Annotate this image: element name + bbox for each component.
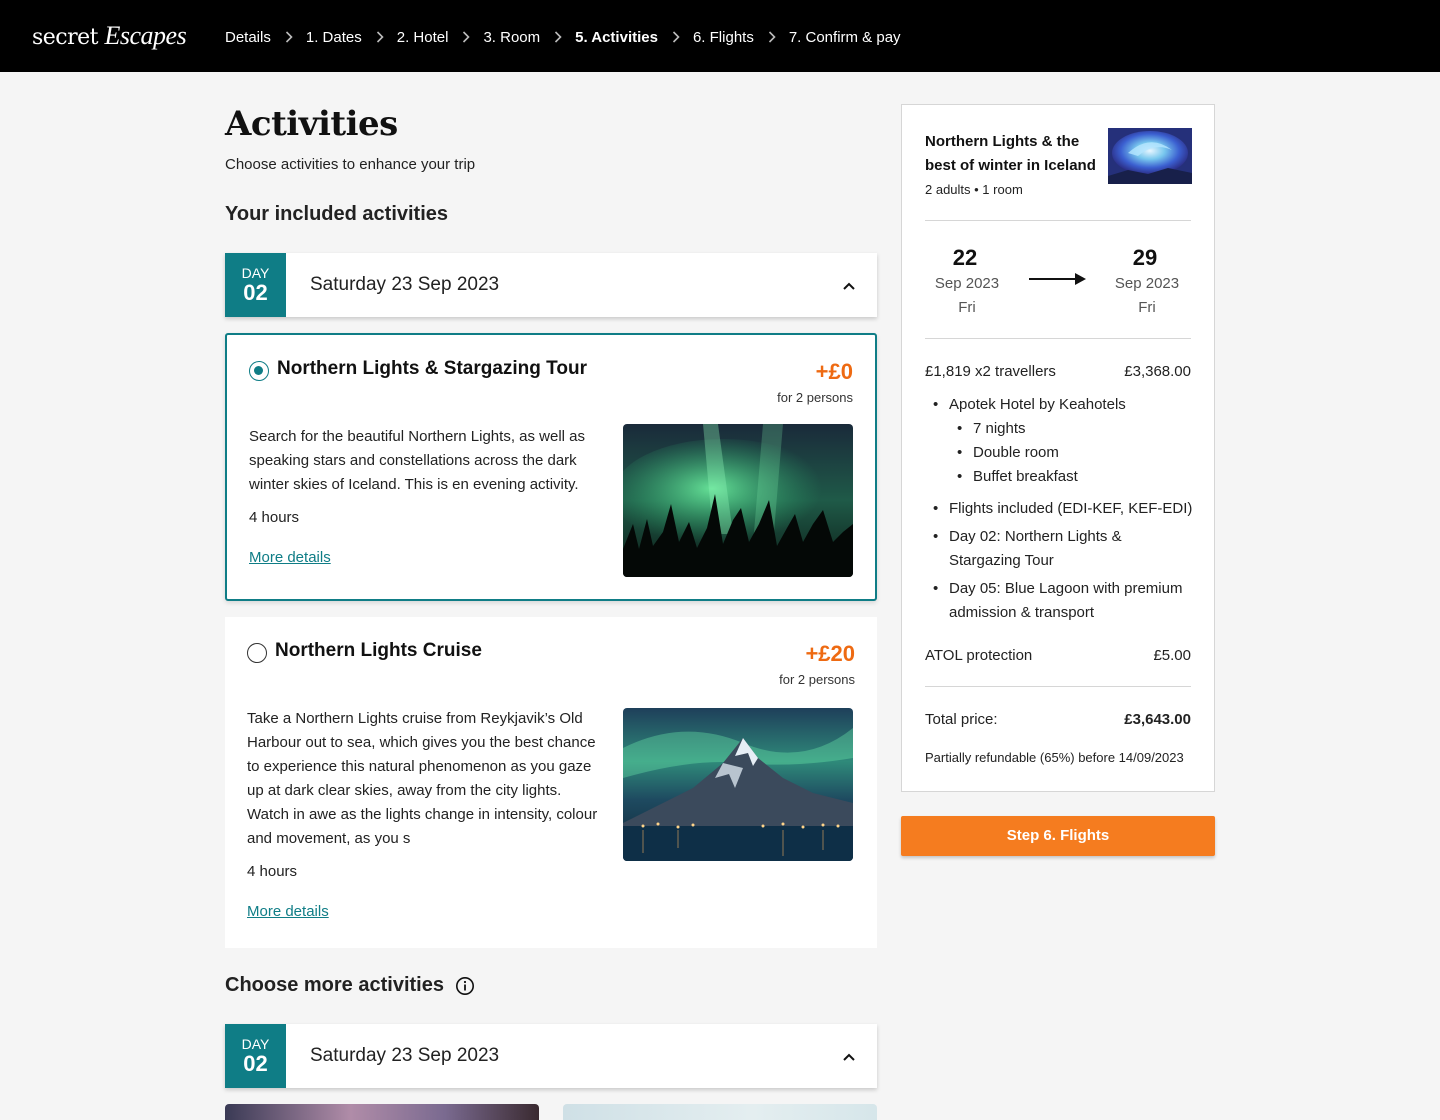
- total-price-label: Total price:: [925, 711, 998, 728]
- day-badge-number: 02: [243, 1051, 268, 1076]
- aurora-mountain-harbour-image: [623, 708, 853, 861]
- checkin-day: 22: [952, 245, 978, 270]
- activity-price-note: for 2 persons: [777, 390, 853, 405]
- chevron-right-icon: [376, 31, 384, 43]
- chevron-up-icon[interactable]: [843, 277, 855, 295]
- atol-label: ATOL protection: [925, 647, 1033, 664]
- atol-value: £5.00: [1153, 647, 1191, 664]
- activity-summary-item: Day 02: Northern Lights & Stargazing Tou…: [925, 525, 1195, 573]
- step-activities[interactable]: 5. Activities: [575, 29, 658, 46]
- arrow-right-icon: [1029, 272, 1087, 291]
- logo-script: Escapes: [104, 21, 187, 50]
- activity-duration: 4 hours: [249, 509, 300, 526]
- step-flights[interactable]: 6. Flights: [693, 29, 754, 46]
- next-step-flights-button[interactable]: Step 6. Flights: [901, 816, 1215, 856]
- chevron-right-icon: [554, 31, 562, 43]
- step-hotel[interactable]: 2. Hotel: [397, 29, 449, 46]
- activity-title: Northern Lights & Stargazing Tour: [277, 358, 587, 379]
- step-details[interactable]: Details: [225, 29, 271, 46]
- day-accordion-header[interactable]: DAY 02 Saturday 23 Sep 2023: [225, 253, 877, 317]
- activity-summary-item: Day 05: Blue Lagoon with premium admissi…: [925, 577, 1195, 625]
- day-badge-number: 02: [243, 280, 268, 305]
- chevron-right-icon: [462, 31, 471, 43]
- travellers-price-label: £1,819 x2 travellers: [925, 363, 1056, 380]
- checkin-weekday: Fri: [958, 299, 976, 316]
- step-dates[interactable]: 1. Dates: [306, 29, 362, 46]
- chevron-right-icon: [672, 31, 680, 43]
- more-activities-heading: Choose more activities: [225, 974, 444, 996]
- activity-option-image[interactable]: [225, 1104, 539, 1120]
- activity-title: Northern Lights Cruise: [275, 640, 482, 661]
- checkin-month: Sep 2023: [934, 275, 1000, 292]
- page-subtitle: Choose activities to enhance your trip: [225, 156, 476, 173]
- activity-description: Search for the beautiful Northern Lights…: [249, 428, 586, 493]
- logo-word: secret: [32, 25, 99, 50]
- step-confirm-pay[interactable]: 7. Confirm & pay: [789, 29, 901, 46]
- chevron-up-icon[interactable]: [843, 1048, 855, 1066]
- hotel-detail-item: 7 nights: [925, 417, 1195, 441]
- offer-thumbnail-image: [1108, 128, 1192, 184]
- activity-description: Take a Northern Lights cruise from Reykj…: [247, 710, 598, 847]
- aurora-forest-image: [623, 424, 853, 577]
- hotel-item: Apotek Hotel by Keahotels: [925, 393, 1195, 417]
- day-badge: DAY 02: [225, 1024, 286, 1088]
- chevron-right-icon: [285, 31, 293, 43]
- step-room[interactable]: 3. Room: [483, 29, 540, 46]
- activity-option-image[interactable]: [563, 1104, 877, 1120]
- secret-escapes-logo[interactable]: secret Escapes: [32, 21, 187, 51]
- more-details-link[interactable]: More details: [247, 903, 329, 920]
- chevron-right-icon: [768, 31, 776, 43]
- package-inclusions-list: Apotek Hotel by Keahotels 7 nights Doubl…: [925, 393, 1195, 633]
- page-title: Activities: [225, 104, 398, 144]
- flights-item: Flights included (EDI-KEF, KEF-EDI): [925, 497, 1195, 521]
- day-date: Saturday 23 Sep 2023: [310, 1045, 500, 1066]
- guests-summary: 2 adults • 1 room: [925, 182, 1023, 197]
- hotel-detail-item: Buffet breakfast: [925, 465, 1195, 489]
- total-price-value: £3,643.00: [1124, 711, 1191, 728]
- day-date: Saturday 23 Sep 2023: [310, 274, 500, 295]
- checkout-weekday: Fri: [1138, 299, 1156, 316]
- more-details-link[interactable]: More details: [249, 549, 331, 566]
- divider: [925, 686, 1191, 687]
- info-icon[interactable]: [455, 976, 475, 1001]
- activity-radio-unselected[interactable]: [247, 643, 267, 663]
- divider: [925, 338, 1191, 339]
- top-navigation-bar: secret Escapes Details 1. Dates 2. Hotel…: [0, 0, 1440, 72]
- day-badge-label: DAY: [241, 265, 270, 281]
- booking-steps-breadcrumb: Details 1. Dates 2. Hotel 3. Room 5. Act…: [225, 26, 901, 48]
- day-badge: DAY 02: [225, 253, 286, 317]
- checkout-month: Sep 2023: [1114, 275, 1180, 292]
- booking-summary-panel: Northern Lights & the best of winter in …: [901, 104, 1215, 792]
- divider: [925, 220, 1191, 221]
- day-accordion-header[interactable]: DAY 02 Saturday 23 Sep 2023: [225, 1024, 877, 1088]
- travellers-price-value: £3,368.00: [1124, 363, 1191, 380]
- activity-radio-selected[interactable]: [249, 361, 269, 381]
- activity-price-note: for 2 persons: [779, 672, 855, 687]
- offer-title: Northern Lights & the best of winter in …: [925, 133, 1096, 174]
- hotel-detail-item: Double room: [925, 441, 1195, 465]
- activity-card-stargazing[interactable]: Northern Lights & Stargazing Tour +£0 fo…: [225, 333, 877, 601]
- activity-card-cruise[interactable]: Northern Lights Cruise +£20 for 2 person…: [225, 617, 877, 948]
- activity-price: +£0: [815, 359, 853, 384]
- included-activities-heading: Your included activities: [225, 203, 449, 225]
- activity-duration: 4 hours: [247, 863, 298, 880]
- refund-policy: Partially refundable (65%) before 14/09/…: [925, 750, 1184, 765]
- day-badge-label: DAY: [241, 1036, 270, 1052]
- activity-price: +£20: [805, 641, 855, 666]
- checkout-day: 29: [1132, 245, 1158, 270]
